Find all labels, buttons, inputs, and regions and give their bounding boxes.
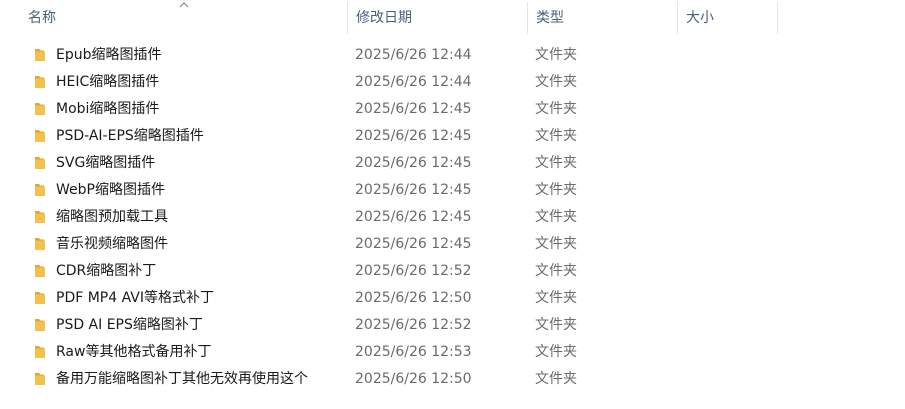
folder-icon [35,76,45,88]
file-modified-date: 2025/6/26 12:53 [355,344,472,360]
folder-icon [35,130,45,142]
folder-icon [35,319,45,331]
file-row[interactable]: PSD AI EPS缩略图补丁 2025/6/26 12:52 文件夹 [0,312,905,339]
file-modified-date: 2025/6/26 12:45 [355,155,472,171]
file-type: 文件夹 [535,47,577,63]
file-name: Epub缩略图插件 [56,47,162,63]
file-type: 文件夹 [535,182,577,198]
folder-icon [35,157,45,169]
column-divider[interactable] [677,2,678,34]
file-modified-date: 2025/6/26 12:52 [355,263,472,279]
column-divider[interactable] [777,2,778,34]
file-name: 缩略图预加载工具 [56,209,168,225]
column-header-modified[interactable]: 修改日期 [350,0,528,36]
file-type: 文件夹 [535,128,577,144]
folder-icon [35,346,45,358]
file-type: 文件夹 [535,371,577,387]
file-row[interactable]: Epub缩略图插件 2025/6/26 12:44 文件夹 [0,42,905,69]
folder-icon [35,373,45,385]
file-modified-date: 2025/6/26 12:44 [355,47,472,63]
file-name: PSD AI EPS缩略图补丁 [56,317,203,333]
file-row[interactable]: SVG缩略图插件 2025/6/26 12:45 文件夹 [0,150,905,177]
file-name: PDF MP4 AVI等格式补丁 [56,290,214,306]
file-type: 文件夹 [535,317,577,333]
file-name: Mobi缩略图插件 [56,101,160,117]
file-row[interactable]: 音乐视频缩略图件 2025/6/26 12:45 文件夹 [0,231,905,258]
file-row[interactable]: PDF MP4 AVI等格式补丁 2025/6/26 12:50 文件夹 [0,285,905,312]
file-list: Epub缩略图插件 2025/6/26 12:44 文件夹 HEIC缩略图插件 2025… [0,42,905,393]
file-name: WebP缩略图插件 [56,182,165,198]
file-modified-date: 2025/6/26 12:52 [355,317,472,333]
file-modified-date: 2025/6/26 12:50 [355,371,472,387]
file-row[interactable]: Raw等其他格式备用补丁 2025/6/26 12:53 文件夹 [0,339,905,366]
file-type: 文件夹 [535,101,577,117]
file-name: 音乐视频缩略图件 [56,236,168,252]
column-header-type[interactable]: 类型 [530,0,678,36]
file-type: 文件夹 [535,236,577,252]
file-type: 文件夹 [535,344,577,360]
folder-icon [35,49,45,61]
file-name: SVG缩略图插件 [56,155,156,171]
file-row[interactable]: 缩略图预加载工具 2025/6/26 12:45 文件夹 [0,204,905,231]
file-type: 文件夹 [535,209,577,225]
file-name: PSD-AI-EPS缩略图插件 [56,128,204,144]
file-name: HEIC缩略图插件 [56,74,160,90]
file-row[interactable]: 备用万能缩略图补丁其他无效再使用这个 2025/6/26 12:50 文件夹 [0,366,905,393]
folder-icon [35,265,45,277]
file-name: Raw等其他格式备用补丁 [56,344,212,360]
file-type: 文件夹 [535,290,577,306]
file-modified-date: 2025/6/26 12:45 [355,101,472,117]
file-modified-date: 2025/6/26 12:44 [355,74,472,90]
file-type: 文件夹 [535,155,577,171]
column-divider[interactable] [527,2,528,34]
folder-icon [35,103,45,115]
folder-icon [35,184,45,196]
folder-icon [35,238,45,250]
file-modified-date: 2025/6/26 12:45 [355,236,472,252]
column-header-bar: 名称 修改日期 类型 大小 [0,0,905,36]
file-modified-date: 2025/6/26 12:45 [355,128,472,144]
file-row[interactable]: WebP缩略图插件 2025/6/26 12:45 文件夹 [0,177,905,204]
folder-icon [35,292,45,304]
file-type: 文件夹 [535,263,577,279]
file-type: 文件夹 [535,74,577,90]
file-row[interactable]: HEIC缩略图插件 2025/6/26 12:44 文件夹 [0,69,905,96]
file-name: 备用万能缩略图补丁其他无效再使用这个 [56,371,308,387]
column-header-size[interactable]: 大小 [680,0,778,36]
file-modified-date: 2025/6/26 12:50 [355,290,472,306]
file-row[interactable]: Mobi缩略图插件 2025/6/26 12:45 文件夹 [0,96,905,123]
file-name: CDR缩略图补丁 [56,263,157,279]
file-explorer: 名称 修改日期 类型 大小 Epub缩略图插件 2025/6/26 12:44 文件… [0,0,905,409]
file-row[interactable]: CDR缩略图补丁 2025/6/26 12:52 文件夹 [0,258,905,285]
column-divider[interactable] [347,2,348,34]
folder-icon [35,211,45,223]
file-row[interactable]: PSD-AI-EPS缩略图插件 2025/6/26 12:45 文件夹 [0,123,905,150]
sort-ascending-icon [179,2,189,8]
file-modified-date: 2025/6/26 12:45 [355,182,472,198]
file-modified-date: 2025/6/26 12:45 [355,209,472,225]
